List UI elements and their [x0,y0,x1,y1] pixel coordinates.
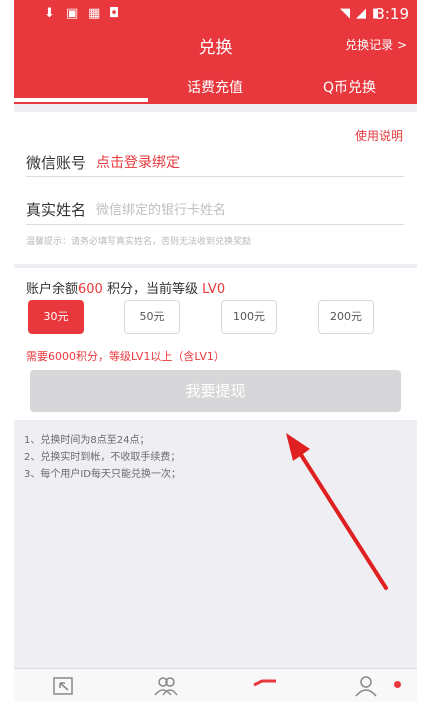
withdraw-button[interactable]: 我要提现 [30,370,401,412]
profile-nav-icon[interactable] [354,675,378,697]
amount-option-100[interactable]: 100元 [221,300,277,334]
balance-text: 账户余额600 积分，当前等级 LV0 [26,278,225,297]
signal-icon: ◢ [356,6,366,21]
balance-amount: 600 [78,282,103,297]
requirement-text: 需要6000积分，等级LV1以上（含LV1） [26,350,225,363]
phone-screen: ⬇ ▣ ▦ ◘ ◥ ◢ ▮ 3:19 兑换 兑换记录 > 话费充值 Q币兑换 使… [14,0,417,702]
status-time: 3:19 [375,5,409,23]
usage-instructions-link[interactable]: 使用说明 [355,127,403,144]
amount-option-50[interactable]: 50元 [124,300,180,334]
amount-option-30[interactable]: 30元 [28,300,84,334]
real-name-label: 真实姓名 [26,201,87,219]
tab-qcoin-exchange[interactable]: Q币兑换 [282,77,417,97]
amount-option-200[interactable]: 200元 [318,300,374,334]
divider [26,176,404,177]
rule-item: 3、每个用户ID每天只能兑换一次； [24,469,182,480]
rule-item: 2、兑换实时到帐，不收取手续费； [24,452,181,463]
exchange-rules: 1、兑换时间为8点至24点； 2、兑换实时到帐，不收取手续费； 3、每个用户ID… [24,432,181,483]
balance-middle: 积分，当前等级 [102,282,203,297]
wifi-icon: ◥ [340,6,350,21]
real-name-input[interactable] [94,196,398,224]
app-header: ⬇ ▣ ▦ ◘ ◥ ◢ ▮ 3:19 兑换 兑换记录 > 话费充值 Q币兑换 [14,0,417,104]
tab-indicator [14,98,148,102]
divider [26,224,404,225]
balance-prefix: 账户余额 [26,282,79,297]
wechat-account-label: 微信账号 [26,154,87,172]
account-form: 使用说明 微信账号 点击登录绑定 真实姓名 温馨提示：请务必填写真实姓名，否则无… [14,112,417,264]
status-bar: ⬇ ▣ ▦ ◘ ◥ ◢ ▮ 3:19 [14,0,417,30]
shield-icon: ◘ [109,6,120,21]
tab-phone-recharge[interactable]: 话费充值 [148,77,282,97]
download-icon: ⬇ [44,6,55,21]
rule-item: 1、兑换时间为8点至24点； [24,435,150,446]
warm-tip: 温馨提示：请务必填写真实姓名，否则无法收到兑换奖励 [26,237,252,247]
current-level: LV0 [202,282,226,297]
friends-nav-icon[interactable] [153,675,179,697]
notification-icon: ▣ [66,6,79,21]
exchange-nav-icon[interactable] [52,675,76,697]
notification-dot [394,681,401,688]
withdraw-panel: 账户余额600 积分，当前等级 LV0 30元 50元 100元 200元 需要… [14,268,417,420]
wallet-nav-icon[interactable] [252,675,278,697]
app-notification-icon: ▦ [88,6,101,21]
exchange-records-link[interactable]: 兑换记录 > [345,36,407,53]
bottom-navigation [14,668,417,702]
login-bind-link[interactable]: 点击登录绑定 [96,152,180,172]
